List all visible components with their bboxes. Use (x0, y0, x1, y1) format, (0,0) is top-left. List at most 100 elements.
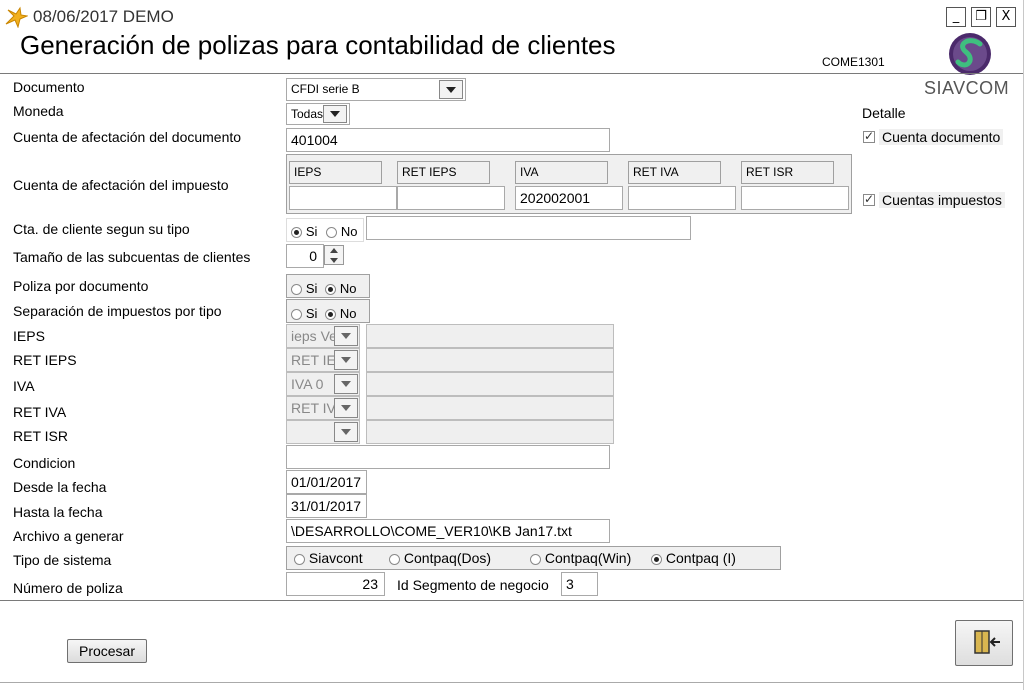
radio-no[interactable] (325, 308, 336, 320)
sistema-siavcont-option[interactable]: Siavcont (294, 550, 363, 566)
chevron-down-icon (341, 333, 351, 339)
radio-si[interactable] (291, 283, 302, 295)
tax-account-ret-isr-input[interactable] (741, 186, 849, 210)
tamano-subcuentas-spinner[interactable] (324, 245, 344, 265)
ret-isr-dropdown-button[interactable] (334, 422, 358, 442)
iva-dropdown-button[interactable] (334, 374, 358, 394)
ret-isr-description (366, 420, 614, 444)
tax-header-ieps: IEPS (289, 161, 382, 184)
detalle-title: Detalle (862, 105, 906, 121)
footer-divider (0, 600, 1024, 601)
form-code: COME1301 (822, 55, 885, 69)
tamano-subcuentas-input[interactable]: 0 (286, 244, 324, 268)
radio-si[interactable] (291, 308, 302, 320)
spin-up-icon (330, 248, 338, 253)
chevron-down-icon (341, 429, 351, 435)
exit-door-icon (974, 630, 1000, 654)
window-right-border (1023, 0, 1024, 690)
label-tipo-sistema: Tipo de sistema (13, 552, 112, 568)
documento-dropdown-button[interactable] (439, 80, 463, 99)
label-poliza-documento: Poliza por documento (13, 278, 149, 294)
label-moneda: Moneda (13, 103, 64, 119)
label-ret-isr: RET ISR (13, 428, 68, 444)
close-button[interactable]: X (996, 7, 1016, 27)
separacion-no-option[interactable]: No (325, 305, 357, 321)
tax-account-ieps-input[interactable] (289, 186, 397, 210)
cuenta-documento-input[interactable]: 401004 (286, 128, 610, 152)
logo-text: SIAVCOM (924, 78, 1010, 98)
minimize-button[interactable]: _ (946, 7, 966, 27)
label-archivo: Archivo a generar (13, 528, 124, 544)
label-ret-ieps: RET IEPS (13, 352, 77, 368)
exit-button[interactable] (955, 620, 1013, 666)
label-ret-iva: RET IVA (13, 404, 67, 420)
cta-cliente-si-option[interactable]: Si (291, 223, 317, 239)
label-iva: IVA (13, 378, 35, 394)
label-tamano-subcuentas: Tamaño de las subcuentas de clientes (13, 249, 251, 265)
cuenta-documento-check-label: Cuenta documento (879, 129, 1004, 145)
ret-iva-dropdown-button[interactable] (334, 398, 358, 418)
numero-poliza-input[interactable]: 23 (286, 572, 385, 596)
radio-contpaq-dos[interactable] (389, 553, 400, 565)
label-condicion: Condicion (13, 455, 76, 471)
label-ieps: IEPS (13, 328, 45, 344)
poliza-documento-si-option[interactable]: Si (291, 280, 317, 296)
radio-si[interactable] (291, 226, 302, 238)
cuentas-impuestos-check-label: Cuentas impuestos (879, 192, 1005, 208)
tax-account-ret-ieps-input[interactable] (397, 186, 505, 210)
label-separacion-impuestos: Separación de impuestos por tipo (13, 303, 222, 319)
chevron-down-icon (341, 405, 351, 411)
sistema-contpaq-win-option[interactable]: Contpaq(Win) (530, 550, 631, 566)
radio-contpaq-win[interactable] (530, 553, 541, 565)
procesar-button[interactable]: Procesar (67, 639, 147, 663)
radio-no[interactable] (326, 226, 337, 238)
label-id-segmento: Id Segmento de negocio (397, 577, 549, 593)
label-cuenta-impuesto: Cuenta de afectación del impuesto (13, 177, 229, 193)
spin-down-icon (330, 258, 338, 263)
cuenta-documento-checkbox[interactable] (863, 129, 875, 143)
cta-cliente-no-option[interactable]: No (326, 223, 358, 239)
condicion-input[interactable] (286, 445, 610, 469)
cta-cliente-text-input[interactable] (366, 216, 691, 240)
label-desde-fecha: Desde la fecha (13, 479, 107, 495)
moneda-dropdown-button[interactable] (323, 105, 347, 123)
radio-no[interactable] (325, 283, 336, 295)
iva-description (366, 372, 614, 396)
separacion-si-option[interactable]: Si (291, 305, 317, 321)
ieps-description (366, 324, 614, 348)
tax-header-iva: IVA (515, 161, 608, 184)
poliza-documento-no-option[interactable]: No (325, 280, 357, 296)
window-title: 08/06/2017 DEMO (33, 7, 174, 26)
ret-ieps-description (366, 348, 614, 372)
archivo-input[interactable]: \DESARROLLO\COME_VER10\KB Jan17.txt (286, 519, 610, 543)
window-bottom-border (0, 682, 1024, 683)
radio-contpaq-i[interactable] (651, 553, 662, 565)
chevron-down-icon (341, 357, 351, 363)
hasta-fecha-input[interactable]: 31/01/2017 (286, 494, 367, 518)
radio-siavcont[interactable] (294, 553, 305, 565)
id-segmento-input[interactable]: 3 (561, 572, 598, 596)
ret-ieps-dropdown-button[interactable] (334, 350, 358, 370)
tax-account-ret-iva-input[interactable] (628, 186, 736, 210)
chevron-down-icon (341, 381, 351, 387)
restore-button[interactable]: ❐ (971, 7, 991, 27)
label-hasta-fecha: Hasta la fecha (13, 504, 103, 520)
tax-header-ret-ieps: RET IEPS (397, 161, 490, 184)
chevron-down-icon (446, 86, 456, 93)
label-documento: Documento (13, 79, 85, 95)
label-numero-poliza: Número de poliza (13, 580, 123, 596)
desde-fecha-input[interactable]: 01/01/2017 (286, 470, 367, 494)
page-title: Generación de polizas para contabilidad … (20, 30, 616, 60)
ret-iva-description (366, 396, 614, 420)
label-cuenta-documento: Cuenta de afectación del documento (13, 129, 242, 145)
label-cta-cliente-tipo: Cta. de cliente segun su tipo (13, 221, 190, 237)
ieps-dropdown-button[interactable] (334, 326, 358, 346)
tax-account-iva-input[interactable]: 202002001 (515, 186, 623, 210)
sistema-contpaq-i-option[interactable]: Contpaq (I) (651, 550, 736, 566)
cuentas-impuestos-checkbox[interactable] (863, 192, 875, 206)
sistema-contpaq-dos-option[interactable]: Contpaq(Dos) (389, 550, 491, 566)
tax-header-ret-iva: RET IVA (628, 161, 721, 184)
header-divider (0, 73, 1024, 74)
app-bird-icon (5, 6, 28, 28)
chevron-down-icon (330, 111, 340, 117)
